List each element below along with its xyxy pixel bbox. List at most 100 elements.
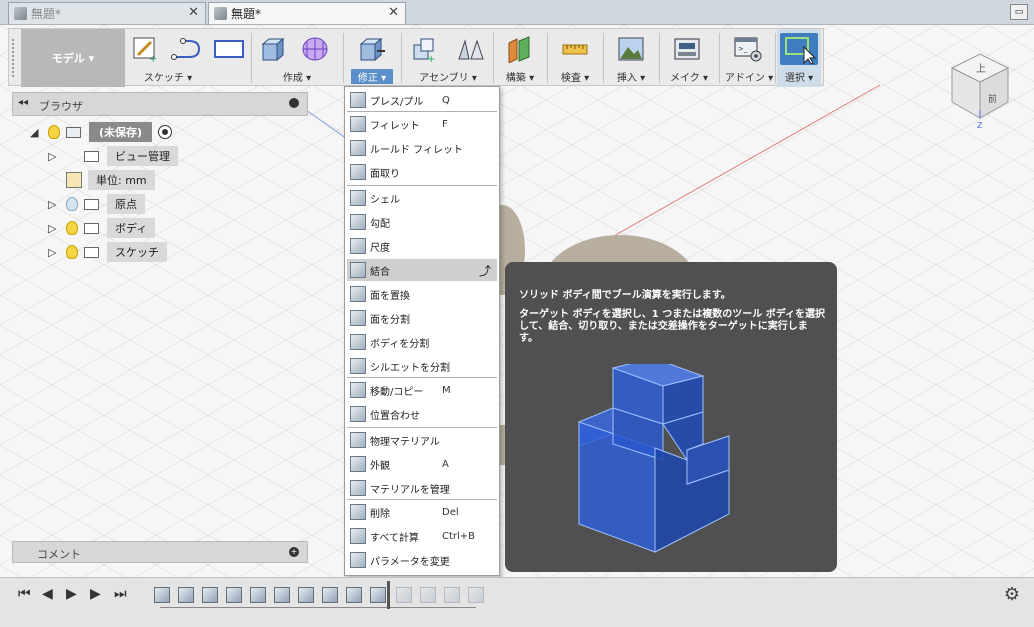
timeline-move-icon[interactable]	[226, 587, 242, 603]
assemble-group[interactable]: + アセンブリ ▾	[403, 29, 493, 87]
browser-item-named-views[interactable]: ▷ ビュー管理	[48, 146, 178, 166]
select-icon[interactable]	[780, 33, 818, 65]
construct-group[interactable]: 構築 ▾	[495, 29, 545, 87]
menu-item-rule-fillet[interactable]: ルールド フィレット	[347, 137, 497, 159]
form-icon[interactable]	[301, 35, 329, 63]
timeline-move-icon[interactable]	[322, 587, 338, 603]
menu-item-appearance[interactable]: 外観 A	[347, 453, 497, 475]
timeline-align-icon[interactable]	[298, 587, 314, 603]
go-to-start-icon[interactable]: ⏮	[18, 586, 31, 602]
menu-item-silhouette-split[interactable]: シルエットを分割	[347, 355, 497, 377]
document-tab-inactive[interactable]: 無題* ✕	[8, 2, 206, 24]
timeline-track[interactable]	[160, 607, 476, 608]
view-cube[interactable]: 上 前 Z	[940, 40, 1020, 130]
close-icon[interactable]: ✕	[388, 5, 399, 20]
expand-triangle-icon[interactable]: ▷	[48, 198, 58, 211]
timeline-move-icon[interactable]	[370, 587, 386, 603]
menu-item-shell[interactable]: シェル	[347, 187, 497, 209]
inspect-group[interactable]: 検査 ▾	[549, 29, 601, 87]
menu-item-replace-face[interactable]: 面を置換	[347, 283, 497, 305]
pin-to-toolbar-icon[interactable]: ⤴	[479, 262, 491, 279]
step-back-icon[interactable]: ◀	[42, 586, 53, 602]
menu-item-fillet[interactable]: フィレット F	[347, 113, 497, 135]
menu-item-physical-material[interactable]: 物理マテリアル	[347, 429, 497, 451]
window-restore-button[interactable]: ▭	[1010, 4, 1028, 20]
menu-item-split-body[interactable]: ボディを分割	[347, 331, 497, 353]
create-sketch-icon[interactable]: +	[131, 35, 159, 63]
toolbar-grip[interactable]	[12, 39, 16, 77]
add-comment-icon[interactable]: +	[289, 547, 299, 557]
browser-item-units[interactable]: 単位: mm	[66, 170, 155, 190]
expand-triangle-icon[interactable]: ▷	[48, 246, 58, 259]
browser-item-bodies[interactable]: ▷ ボディ	[48, 218, 156, 238]
insert-group[interactable]: 挿入 ▾	[605, 29, 657, 87]
menu-item-manage-materials[interactable]: マテリアルを管理	[347, 477, 497, 499]
menu-item-combine[interactable]: 結合 ⤴	[347, 259, 497, 281]
visibility-bulb-icon[interactable]	[66, 221, 78, 235]
measure-icon[interactable]	[561, 35, 589, 63]
collapse-left-icon[interactable]: ◂◂	[18, 97, 28, 108]
activate-radio-icon[interactable]	[158, 125, 173, 139]
timeline-move-icon[interactable]	[274, 587, 290, 603]
create-group[interactable]: 作成 ▾	[253, 29, 341, 87]
expand-triangle-icon[interactable]: ◢	[30, 126, 40, 139]
timeline-move-icon[interactable]	[468, 587, 484, 603]
timeline-extrude-icon[interactable]	[178, 587, 194, 603]
svg-text:+: +	[427, 54, 435, 63]
go-to-end-icon[interactable]: ⏭	[114, 586, 127, 602]
timeline-marker[interactable]	[387, 581, 390, 609]
new-component-icon[interactable]: +	[411, 35, 439, 63]
expand-triangle-icon[interactable]: ▷	[48, 150, 58, 163]
visibility-bulb-icon[interactable]	[66, 245, 78, 259]
timeline-extrude-icon[interactable]	[420, 587, 436, 603]
rectangle-sketch-icon[interactable]	[213, 35, 245, 63]
menu-item-press-pull[interactable]: プレス/プル Q	[347, 89, 497, 111]
step-forward-icon[interactable]: ▶	[90, 586, 101, 602]
press-pull-icon[interactable]	[357, 35, 385, 63]
menu-item-delete[interactable]: 削除 Del	[347, 501, 497, 523]
offset-plane-icon[interactable]	[505, 35, 533, 63]
menu-item-compute-all[interactable]: すべて計算 Ctrl+B	[347, 525, 497, 547]
menu-item-scale[interactable]: 尺度	[347, 235, 497, 257]
visibility-bulb-icon[interactable]	[66, 197, 78, 211]
joint-icon[interactable]	[455, 35, 487, 63]
scripts-addins-icon[interactable]: >_	[733, 35, 763, 63]
menu-item-move-copy[interactable]: 移動/コピー M	[347, 379, 497, 401]
browser-panel-header[interactable]: ◂◂ ブラウザ	[12, 92, 308, 116]
menu-item-split-face[interactable]: 面を分割	[347, 307, 497, 329]
comment-panel-header[interactable]: コメント +	[12, 541, 308, 563]
gear-icon[interactable]: ⚙	[1004, 584, 1020, 605]
modify-dropdown-menu: プレス/プル Q フィレット F ルールド フィレット 面取りシェル 勾配 尺度 結合 ⤴ 面を置換…	[344, 86, 500, 576]
line-sketch-icon[interactable]	[171, 35, 205, 63]
timeline-sketch-icon[interactable]	[154, 587, 170, 603]
browser-item-origin[interactable]: ▷ 原点	[48, 194, 145, 214]
browser-item-sketches[interactable]: ▷ スケッチ	[48, 242, 167, 262]
timeline-align-icon[interactable]	[250, 587, 266, 603]
expand-triangle-icon[interactable]: ▷	[48, 222, 58, 235]
3d-print-icon[interactable]	[673, 35, 701, 63]
extrude-icon[interactable]	[259, 35, 287, 63]
menu-item-align[interactable]: 位置合わせ	[347, 403, 497, 425]
workspace-mode-button[interactable]: モデル ▾	[21, 29, 125, 87]
select-group[interactable]: 選択 ▾	[777, 29, 821, 87]
document-tab-active[interactable]: 無題* ✕	[208, 2, 406, 24]
play-icon[interactable]: ▶	[66, 586, 77, 602]
browser-minimize-icon[interactable]	[289, 98, 299, 108]
modify-group[interactable]: 修正 ▾	[345, 29, 399, 87]
browser-root-row[interactable]: ◢ (未保存)	[30, 122, 173, 142]
browser-item-label: スケッチ	[107, 242, 167, 262]
menu-item-change-parameters[interactable]: パラメータを変更	[347, 549, 497, 571]
menu-item-label: 外観	[370, 460, 390, 472]
make-group[interactable]: メイク ▾	[661, 29, 717, 87]
close-icon[interactable]: ✕	[188, 5, 199, 20]
timeline-cylinder-icon[interactable]	[202, 587, 218, 603]
timeline-combine-icon[interactable]	[444, 587, 460, 603]
timeline-sketch-icon[interactable]	[396, 587, 412, 603]
sketch-group[interactable]: + スケッチ ▾	[125, 29, 211, 87]
menu-item-chamfer[interactable]: 面取り	[347, 161, 497, 183]
timeline-move-icon[interactable]	[346, 587, 362, 603]
menu-item-draft[interactable]: 勾配	[347, 211, 497, 233]
addins-group[interactable]: >_ アドイン ▾	[721, 29, 777, 87]
insert-image-icon[interactable]	[617, 35, 645, 63]
visibility-bulb-icon[interactable]	[48, 125, 60, 139]
